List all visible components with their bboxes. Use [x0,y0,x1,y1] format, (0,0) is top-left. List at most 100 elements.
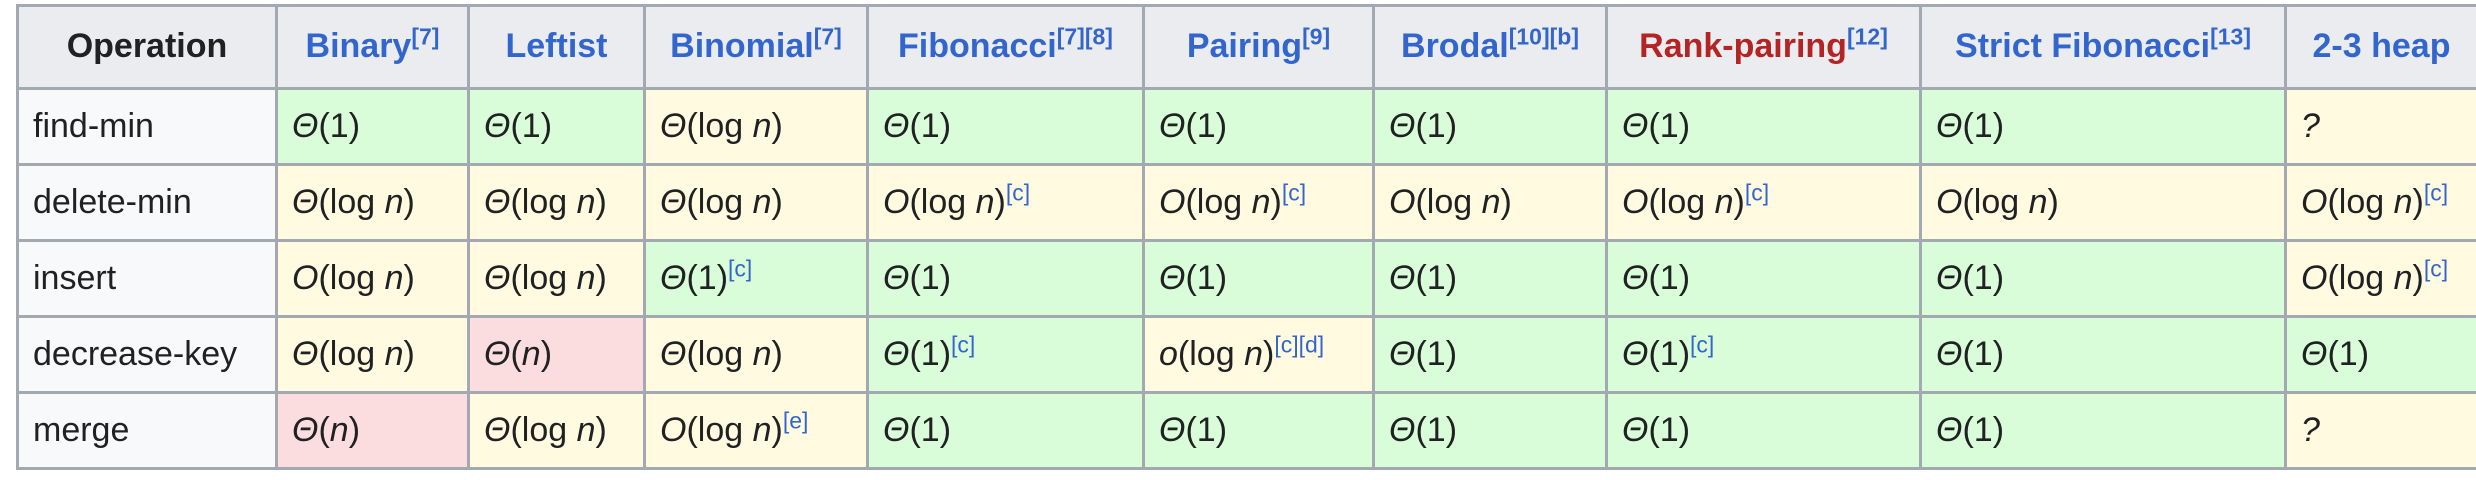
heap-link-binary[interactable]: Binary [306,27,412,65]
complexity-cell: ? [2284,87,2476,166]
complexity-argument: n [522,335,541,373]
variable-n: n [752,182,772,221]
complexity-symbol: Θ [1622,258,1649,297]
complexity-argument: n [330,411,349,449]
complexity-argument: log n [697,334,772,373]
variable-n: n [521,334,541,373]
complexity-cell: Θ(1) [1372,239,1608,318]
heap-link-fibonacci[interactable]: Fibonacci [898,27,1057,65]
column-header-brodal: Brodal[10][b] [1372,4,1608,90]
complexity-cell: Θ(1)[c] [866,315,1145,394]
complexity-cell: Θ(1) [1142,239,1375,318]
complexity-cell: O(log n) [275,239,470,318]
citation-link[interactable]: [c] [951,331,975,357]
table-row: decrease-key Θ(log n) Θ(n) Θ(log n) Θ(1)[c] o… [16,315,2476,394]
row-header-decrease-key: decrease-key [16,315,278,394]
table-row: find-min Θ(1) Θ(1) Θ(log n) Θ(1) Θ(1) Θ(1) Θ(1)… [16,87,2476,166]
variable-n: n [1251,182,1271,221]
complexity-argument: 1 [1426,258,1446,297]
citation-link[interactable]: [7] [411,24,439,50]
complexity-cell: Θ(1)[c] [643,239,869,318]
heap-link-rank-pairing[interactable]: Rank-pairing [1639,27,1847,65]
variable-n: n [2393,258,2413,297]
complexity-argument: 1 [1659,106,1679,145]
complexity-cell: Θ(1) [1605,87,1922,166]
variable-n: n [1244,334,1263,373]
variable-n: n [576,182,596,221]
complexity-argument: 1 [1973,258,1993,297]
variable-n: n [384,182,404,221]
citation-link[interactable]: [c][d] [1274,331,1324,357]
complexity-cell: Θ(1) [1605,239,1922,318]
complexity-cell: Θ(1) [1142,391,1375,470]
complexity-argument: 1 [521,106,541,145]
complexity-symbol: Θ [883,258,910,297]
citation-link[interactable]: [c] [728,255,752,281]
complexity-argument: 1 [1973,106,1993,145]
citation-link[interactable]: [c] [1745,179,1769,205]
complexity-cell: Θ(log n) [467,239,646,318]
citation-link[interactable]: [c] [2424,179,2448,205]
complexity-cell: Θ(log n) [275,163,470,242]
citation-link[interactable]: [c] [1282,179,1306,205]
complexity-argument: log n [1189,334,1263,373]
complexity-cell: Θ(1) [1372,87,1608,166]
heap-link-strict-fibonacci[interactable]: Strict Fibonacci [1955,27,2210,65]
citation-link[interactable]: [7][8] [1057,24,1113,50]
column-header-rank-pairing: Rank-pairing[12] [1605,4,1922,90]
complexity-argument: 1 [1973,334,1993,373]
column-header-strict-fibonacci: Strict Fibonacci[13] [1919,4,2287,90]
complexity-symbol: Θ [292,334,319,373]
complexity-symbol: Θ [484,182,511,221]
heap-link-brodal[interactable]: Brodal [1401,27,1509,65]
complexity-cell: O(log n)[c] [1605,163,1922,242]
complexity-symbol: Θ [2301,334,2328,373]
complexity-symbol: Θ [1622,334,1649,373]
citation-link[interactable]: [10][b] [1509,24,1579,50]
heap-link-leftist[interactable]: Leftist [506,27,608,65]
complexity-symbol: o [1159,334,1178,373]
citation-link[interactable]: [e] [783,407,809,433]
citation-link[interactable]: [c] [1006,179,1030,205]
variable-n: n [1714,182,1734,221]
citation-link[interactable]: [c] [1690,331,1714,357]
complexity-symbol: Θ [1159,106,1186,145]
complexity-argument: 1 [1659,334,1679,373]
complexity-cell: O(log n)[c] [2284,239,2476,318]
complexity-symbol: Θ [660,334,687,373]
citation-link[interactable]: [9] [1302,24,1330,50]
variable-n: n [384,334,404,373]
row-header-insert: insert [16,239,278,318]
citation-link[interactable]: [c] [2424,255,2448,281]
complexity-argument: 1 [920,258,940,297]
complexity-argument: 1 [1196,258,1216,297]
complexity-symbol: Θ [292,182,319,221]
complexity-cell: O(log n)[c] [866,163,1145,242]
citation-link[interactable]: [7] [814,24,842,50]
variable-n: n [752,334,772,373]
complexity-argument: log n [329,334,404,373]
complexity-argument: log n [697,182,772,221]
heap-link-binomial[interactable]: Binomial [670,27,814,65]
complexity-cell: Θ(log n) [643,87,869,166]
variable-n: n [2393,182,2413,221]
heap-link-pairing[interactable]: Pairing [1187,27,1302,65]
complexity-argument: log n [1426,182,1501,221]
complexity-symbol: O [1389,182,1416,221]
complexity-symbol: Θ [1159,410,1186,449]
complexity-cell: Θ(1) [1919,87,2287,166]
complexity-symbol: Θ [1936,258,1963,297]
complexity-argument: 1 [697,258,717,297]
complexity-cell: Θ(1) [275,87,470,166]
citation-link[interactable]: [13] [2210,24,2251,50]
operation-header: Operation [16,4,278,90]
complexity-argument: log n [1659,182,1734,221]
variable-n: n [975,182,995,221]
complexity-cell: Θ(1) [866,239,1145,318]
heap-link-2-3-heap[interactable]: 2-3 heap [2313,27,2451,65]
complexity-cell: Θ(1) [1919,315,2287,394]
complexity-argument: log n [697,106,772,145]
citation-link[interactable]: [12] [1847,24,1888,50]
complexity-cell: ? [2284,391,2476,470]
table-row: merge Θ(n) Θ(log n) O(log n)[e] Θ(1) Θ(1) Θ(1)… [16,391,2476,470]
